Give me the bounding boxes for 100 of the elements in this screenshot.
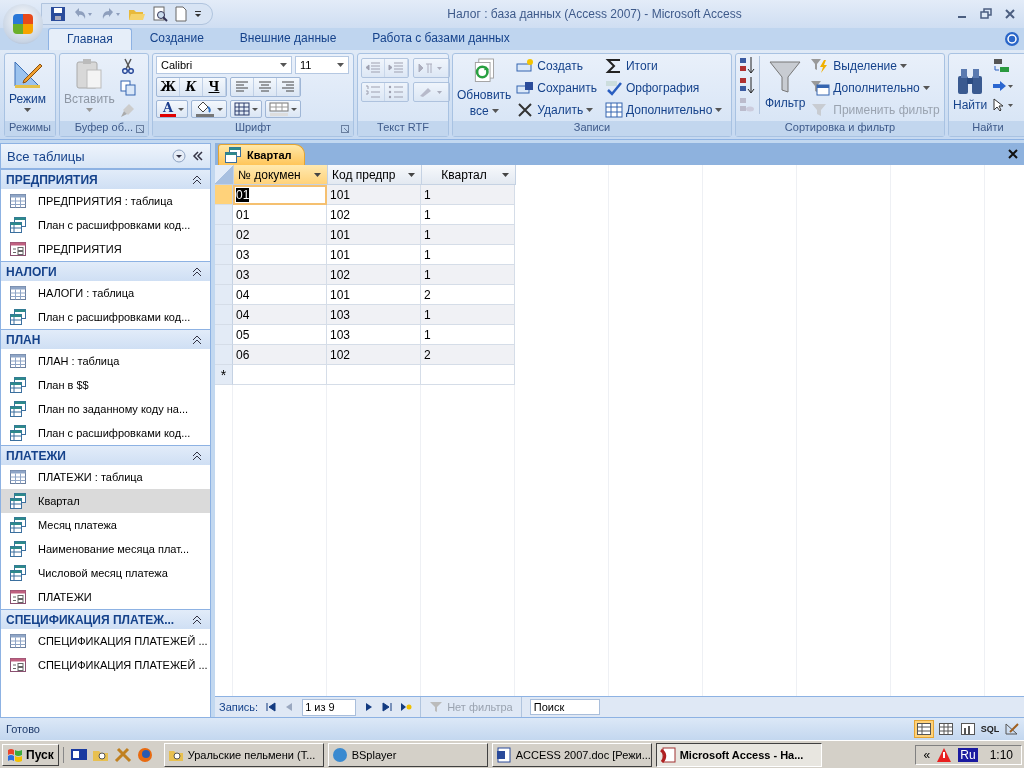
nav-item[interactable]: План в $$ — [1, 373, 210, 397]
select-cursor-icon[interactable] — [992, 98, 1015, 112]
scissors-icon[interactable] — [119, 58, 136, 74]
decrease-indent-icon[interactable] — [365, 61, 381, 75]
close-icon[interactable] — [1004, 8, 1016, 20]
customize-caret-icon[interactable] — [194, 9, 202, 19]
ribbon-tab[interactable]: Создание — [131, 28, 222, 50]
nav-group-header[interactable]: ПЛАТЕЖИ — [1, 445, 210, 465]
nav-item[interactable]: Месяц платежа — [1, 513, 210, 537]
nav-item[interactable]: СПЕЦИФИКАЦИЯ ПЛАТЕЖЕЙ ... — [1, 629, 210, 653]
nav-item[interactable]: ПРЕДПРИЯТИЯ : таблица — [1, 189, 210, 213]
tray-expand-button[interactable]: « — [923, 747, 931, 762]
text-style-button[interactable]: Ч — [203, 78, 226, 96]
command-button[interactable]: Итоги — [605, 56, 723, 76]
nav-group-header[interactable]: СПЕЦИФИКАЦИЯ ПЛАТЕЖ... — [1, 609, 210, 629]
dialog-launcher-icon[interactable] — [341, 125, 349, 133]
warning-icon[interactable] — [936, 746, 953, 763]
highlight-pen-icon[interactable] — [418, 86, 444, 98]
nav-item[interactable]: ПЛАТЕЖИ : таблица — [1, 465, 210, 489]
increase-indent-icon[interactable] — [388, 61, 404, 75]
new-row-cell[interactable] — [327, 365, 421, 385]
nav-group-header[interactable]: ПЛАН — [1, 329, 210, 349]
collapse-pane-icon[interactable] — [192, 150, 204, 162]
align-icon[interactable] — [235, 81, 249, 93]
font-name-field[interactable]: Calibri — [156, 56, 292, 74]
fill-bucket-icon[interactable] — [195, 101, 216, 117]
close-icon[interactable] — [1008, 149, 1018, 159]
find-button[interactable]: Найти — [952, 64, 989, 114]
command-button[interactable]: Орфография — [605, 78, 723, 98]
nav-item[interactable]: План с расшифровками код... — [1, 305, 210, 329]
replace-icon[interactable] — [992, 58, 1011, 74]
nav-item[interactable]: План с расшифровками код... — [1, 213, 210, 237]
previous-record-icon[interactable] — [284, 702, 295, 712]
column-header[interactable]: Квартал — [422, 165, 516, 185]
datasheet-view-icon[interactable] — [917, 723, 931, 735]
record-position-field[interactable]: 1 из 9 — [302, 698, 357, 716]
last-record-icon[interactable] — [382, 702, 393, 712]
column-header[interactable]: № докумен — [234, 165, 328, 185]
sort-descending-icon[interactable] — [739, 76, 755, 94]
nav-item[interactable]: План по заданному коду на... — [1, 397, 210, 421]
new-row-cell[interactable] — [233, 365, 327, 385]
dropdown-icon[interactable] — [172, 149, 186, 163]
ribbon-tab[interactable]: Главная — [48, 28, 132, 50]
office-button[interactable] — [3, 4, 43, 44]
nav-item[interactable]: План с расшифровками код... — [1, 421, 210, 445]
font-size-field[interactable]: 11 — [295, 56, 349, 74]
dialog-launcher-icon[interactable] — [136, 125, 144, 133]
browser-icon[interactable] — [135, 746, 154, 763]
document-tab[interactable]: Квартал — [218, 144, 305, 165]
nav-item[interactable]: Наименование месяца плат... — [1, 537, 210, 561]
text-style-button[interactable]: Ж — [157, 78, 180, 96]
nav-item[interactable]: Числовой месяц платежа — [1, 561, 210, 585]
copy-icon[interactable] — [119, 80, 136, 96]
pivot-table-icon[interactable] — [939, 723, 953, 735]
nav-group-header[interactable]: ПРЕДПРИЯТИЯ — [1, 169, 210, 189]
restore-icon[interactable] — [980, 8, 992, 20]
command-button[interactable]: Удалить — [516, 100, 597, 120]
sql-view-button[interactable]: SQL — [980, 720, 1000, 738]
pivot-chart-icon[interactable] — [961, 723, 975, 735]
gridlines-icon[interactable] — [234, 102, 251, 116]
taskbar-button[interactable]: ACCESS 2007.doc [Режи... — [491, 742, 652, 767]
sort-ascending-icon[interactable] — [739, 56, 755, 74]
command-button[interactable]: Создать — [516, 56, 597, 76]
bulleted-list-icon[interactable] — [388, 85, 404, 99]
refresh-all-button[interactable]: Обновить все — [456, 56, 513, 120]
alternate-fill-icon[interactable] — [269, 102, 290, 116]
filter-button[interactable]: Фильтр — [764, 58, 807, 112]
start-button[interactable]: Пуск — [2, 743, 59, 766]
nav-item[interactable]: ПЛАТЕЖИ — [1, 585, 210, 609]
save-icon[interactable] — [50, 6, 66, 22]
nav-group-header[interactable]: НАЛОГИ — [1, 261, 210, 281]
command-button[interactable]: Сохранить — [516, 78, 597, 98]
new-row-cell[interactable] — [421, 365, 515, 385]
command-button[interactable]: Дополнительно — [605, 100, 723, 120]
taskbar-button[interactable]: BSplayer — [327, 742, 488, 767]
view-button[interactable]: Режим — [8, 56, 47, 114]
nav-item[interactable]: СПЕЦИФИКАЦИЯ ПЛАТЕЖЕЙ ... — [1, 653, 210, 677]
paragraph-direction-icon[interactable] — [418, 62, 444, 74]
column-header[interactable]: Код предпр — [328, 165, 422, 185]
design-view-icon[interactable] — [1005, 723, 1019, 735]
nav-item[interactable]: Квартал — [1, 489, 210, 513]
go-to-arrow-icon[interactable] — [992, 80, 1015, 92]
nav-item[interactable]: ПЛАН : таблица — [1, 349, 210, 373]
page-icon[interactable] — [174, 6, 188, 22]
taskbar-button[interactable]: Уральские пельмени (Т... — [163, 742, 324, 767]
new-record-icon[interactable] — [400, 702, 413, 712]
search-field[interactable]: Поиск — [529, 699, 600, 715]
align-icon[interactable] — [281, 81, 295, 93]
command-button[interactable]: Дополнительно — [810, 78, 940, 98]
command-button[interactable]: Выделение — [810, 56, 940, 76]
ribbon-tab[interactable]: Внешние данные — [221, 28, 355, 50]
ribbon-tab[interactable]: Работа с базами данных — [354, 28, 528, 50]
font-color-button[interactable]: A — [156, 100, 189, 118]
monitor-icon[interactable] — [69, 746, 88, 763]
nav-item[interactable]: НАЛОГИ : таблица — [1, 281, 210, 305]
help-icon[interactable] — [1004, 31, 1020, 47]
first-record-icon[interactable] — [266, 702, 277, 712]
align-icon[interactable] — [258, 81, 272, 93]
brush-icon[interactable] — [119, 102, 136, 118]
taskbar-button[interactable]: Microsoft Access - На... — [655, 742, 822, 767]
